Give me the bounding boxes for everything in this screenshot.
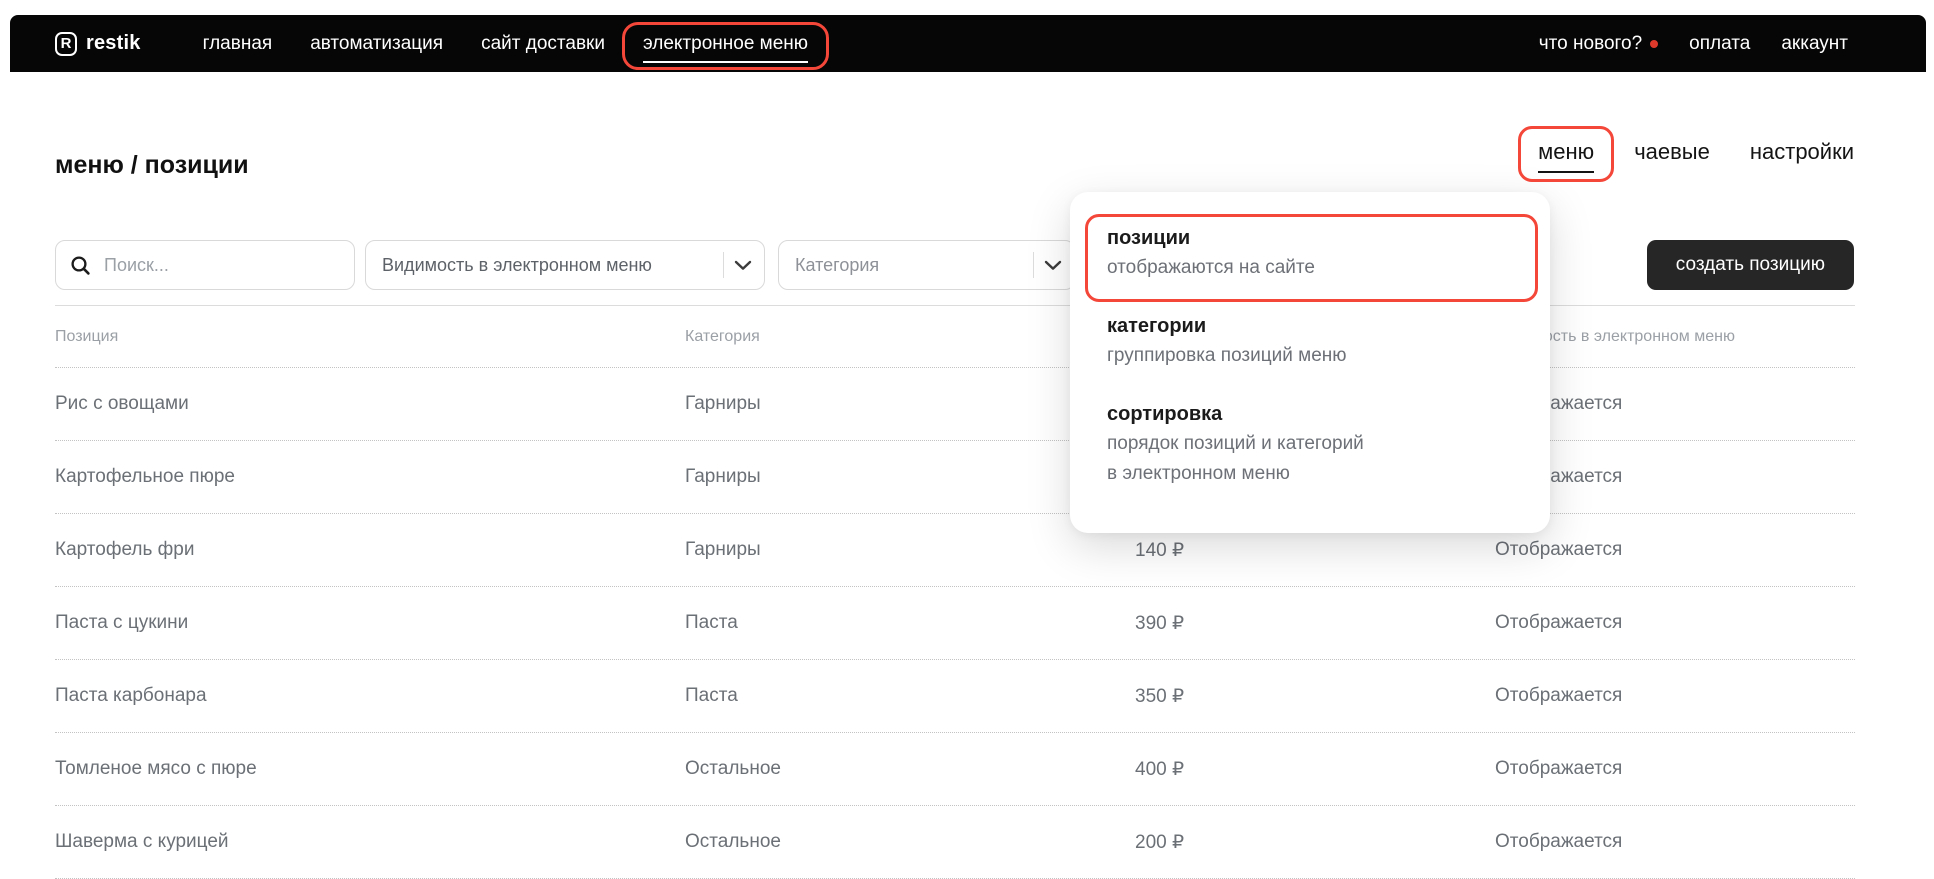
dropdown-item-title: позиции <box>1107 224 1520 253</box>
position-category: Остальное <box>685 831 1135 853</box>
dropdown-item-positions[interactable]: позиции отображаются на сайте <box>1107 224 1520 283</box>
restik-logo[interactable]: R restik <box>55 32 141 56</box>
restik-logo-icon: R <box>55 32 77 56</box>
position-visibility: Отображается <box>1495 758 1855 780</box>
nav-label: автоматизация <box>310 33 443 54</box>
position-name: Томленое мясо с пюре <box>55 758 685 780</box>
tab-tips[interactable]: чаевые <box>1634 139 1710 165</box>
dropdown-item-subtitle: группировка позиций меню <box>1107 341 1520 371</box>
search-field[interactable] <box>55 240 355 290</box>
position-price: 140 ₽ <box>1135 539 1495 562</box>
position-name: Рис с овощами <box>55 393 685 415</box>
category-filter-value: Категория <box>795 255 879 276</box>
position-visibility: Отображается <box>1495 685 1855 707</box>
payment-link[interactable]: оплата <box>1689 33 1750 55</box>
position-category: Гарниры <box>685 539 1135 561</box>
position-name: Паста карбонара <box>55 685 685 707</box>
position-price: 350 ₽ <box>1135 685 1495 708</box>
position-category: Гарниры <box>685 466 1135 488</box>
whats-new-label: что нового? <box>1539 33 1642 55</box>
whats-new-link[interactable]: что нового? <box>1539 33 1658 55</box>
nav-item-main[interactable]: главная <box>203 33 273 55</box>
table-row[interactable]: Картофельное пюре Гарниры Отображается <box>55 441 1855 514</box>
section-tabs: меню чаевые настройки <box>1538 139 1854 165</box>
table-header-row: Позиция Категория Видимость в электронно… <box>55 306 1855 368</box>
main-nav: главная автоматизация сайт доставки элек… <box>203 33 808 55</box>
payment-label: оплата <box>1689 33 1750 55</box>
topbar-right-nav: что нового? оплата аккаунт <box>1539 33 1848 55</box>
position-name: Шаверма с курицей <box>55 831 685 853</box>
menu-dropdown-panel: позиции отображаются на сайте категории … <box>1070 192 1550 533</box>
restik-logo-text: restik <box>86 32 141 55</box>
chevron-down-icon <box>734 260 752 271</box>
top-navigation-bar: R restik главная автоматизация сайт дост… <box>10 15 1926 72</box>
position-price: 400 ₽ <box>1135 758 1495 781</box>
table-row[interactable]: Паста с цукини Паста 390 ₽ Отображается <box>55 587 1855 660</box>
category-filter-select[interactable]: Категория <box>778 240 1075 290</box>
column-header-position: Позиция <box>55 328 685 346</box>
search-input[interactable] <box>102 254 340 277</box>
position-visibility: Отображается <box>1495 612 1855 634</box>
create-position-button[interactable]: создать позицию <box>1647 240 1854 290</box>
table-row[interactable]: Томленое мясо с пюре Остальное 400 ₽ Ото… <box>55 733 1855 806</box>
notification-dot-icon <box>1650 40 1658 48</box>
account-link[interactable]: аккаунт <box>1781 33 1848 55</box>
column-header-category: Категория <box>685 328 1135 346</box>
nav-label: главная <box>203 33 273 54</box>
dropdown-item-title: сортировка <box>1107 400 1520 429</box>
positions-table: Позиция Категория Видимость в электронно… <box>55 305 1855 879</box>
tab-label: настройки <box>1750 139 1854 164</box>
nav-label: электронное меню <box>643 33 808 63</box>
dropdown-item-subtitle: отображаются на сайте <box>1107 253 1520 283</box>
dropdown-item-sorting[interactable]: сортировка порядок позиций и категорий в… <box>1107 400 1520 489</box>
position-name: Паста с цукини <box>55 612 685 634</box>
select-divider <box>723 252 725 278</box>
table-row[interactable]: Рис с овощами Гарниры Отображается <box>55 368 1855 441</box>
select-divider <box>1033 252 1035 278</box>
position-name: Картофель фри <box>55 539 685 561</box>
tab-label: меню <box>1538 139 1594 173</box>
position-price: 200 ₽ <box>1135 831 1495 854</box>
visibility-filter-value: Видимость в электронном меню <box>382 255 652 276</box>
chevron-down-icon <box>1044 260 1062 271</box>
position-price: 390 ₽ <box>1135 612 1495 635</box>
tab-menu[interactable]: меню <box>1538 139 1594 165</box>
account-label: аккаунт <box>1781 33 1848 55</box>
visibility-filter-select[interactable]: Видимость в электронном меню <box>365 240 765 290</box>
table-row[interactable]: Картофель фри Гарниры 140 ₽ Отображается <box>55 514 1855 587</box>
nav-item-electronic-menu[interactable]: электронное меню <box>643 33 808 55</box>
breadcrumb: меню / позиции <box>55 151 249 180</box>
tab-label: чаевые <box>1634 139 1710 164</box>
position-visibility: Отображается <box>1495 539 1855 561</box>
nav-item-automation[interactable]: автоматизация <box>310 33 443 55</box>
table-row[interactable]: Шаверма с курицей Остальное 200 ₽ Отобра… <box>55 806 1855 879</box>
dropdown-item-categories[interactable]: категории группировка позиций меню <box>1107 312 1520 371</box>
position-category: Паста <box>685 685 1135 707</box>
dropdown-item-title: категории <box>1107 312 1520 341</box>
nav-label: сайт доставки <box>481 33 605 54</box>
position-category: Гарниры <box>685 393 1135 415</box>
search-icon <box>70 255 91 276</box>
tab-settings[interactable]: настройки <box>1750 139 1854 165</box>
position-category: Паста <box>685 612 1135 634</box>
position-visibility: Отображается <box>1495 831 1855 853</box>
position-name: Картофельное пюре <box>55 466 685 488</box>
table-row[interactable]: Паста карбонара Паста 350 ₽ Отображается <box>55 660 1855 733</box>
position-category: Остальное <box>685 758 1135 780</box>
nav-item-delivery-site[interactable]: сайт доставки <box>481 33 605 55</box>
dropdown-item-subtitle: порядок позиций и категорий в электронно… <box>1107 429 1520 489</box>
